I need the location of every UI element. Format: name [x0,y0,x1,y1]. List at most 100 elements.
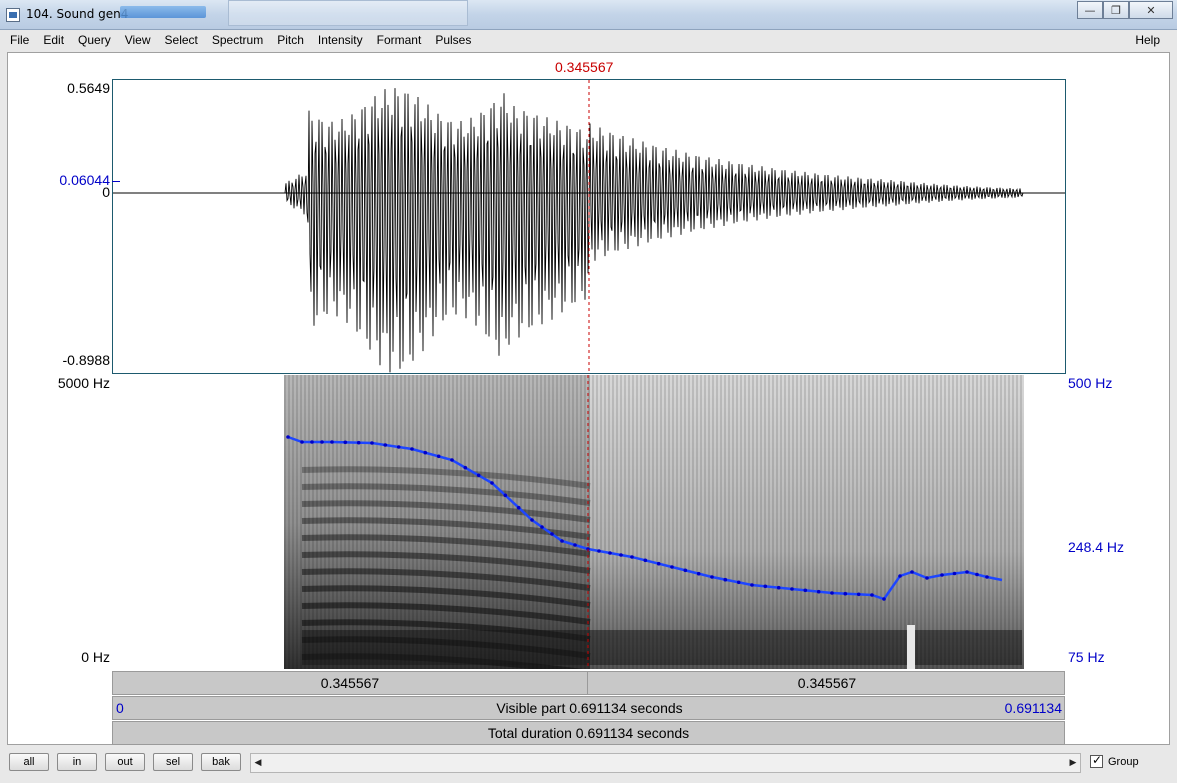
pitch-point [882,597,886,601]
spectrogram-plot [112,375,1066,669]
right-duration[interactable]: 0.345567 [589,672,1065,694]
pitch-point [776,585,781,590]
total-duration-bar[interactable]: Total duration 0.691134 seconds [112,721,1065,745]
visible-end: 0.691134 [1004,700,1062,716]
close-button[interactable]: ✕ [1129,1,1173,19]
pitch-point [619,553,623,557]
pitch-point [503,493,508,498]
app-icon [6,8,20,22]
pitch-point [803,588,808,593]
pitch-point [343,440,348,445]
pitch-point [396,445,401,449]
pitch-point [310,440,314,444]
pitch-point [560,539,564,543]
zoom-all-button[interactable]: all [9,753,49,771]
pitch-point [925,576,929,580]
menu-file[interactable]: File [3,33,36,47]
menu-bar: File Edit Query View Select Spectrum Pit… [0,30,1177,50]
menu-intensity[interactable]: Intensity [311,33,370,47]
pitch-point [723,577,728,582]
pitch-top-label: 500 Hz [1068,375,1113,391]
pitch-point [286,435,290,439]
spectrogram-top-label: 5000 Hz [57,375,110,391]
waveform-max-label: 0.5649 [67,80,110,96]
pitch-point [300,440,304,444]
pitch-point [436,454,441,459]
visible-start: 0 [116,700,124,716]
menu-select[interactable]: Select [158,33,205,47]
background-window-edge [228,0,468,26]
pitch-point [490,481,494,485]
restore-icon: ❐ [1111,3,1121,17]
pitch-point [710,575,714,579]
pitch-point [630,555,634,559]
scroll-right-icon[interactable]: ▶ [1066,754,1080,772]
waveform-zero-label: 0 [102,184,110,200]
maximize-button[interactable]: ❐ [1103,1,1129,19]
close-icon: ✕ [1146,3,1156,17]
pitch-point [450,458,454,462]
pitch-point [330,440,334,444]
group-checkbox[interactable] [1090,753,1103,768]
pitch-point [516,505,521,510]
group-toggle[interactable]: Group [1090,753,1139,768]
selection-duration-bar[interactable]: 0.345567 0.345567 [112,671,1065,695]
pitch-point [423,450,428,455]
pitch-point [597,549,601,553]
menu-query[interactable]: Query [71,33,118,47]
pitch-point [463,465,468,470]
minimize-icon: — [1084,3,1096,17]
group-label: Group [1108,755,1139,768]
pitch-point [476,473,481,478]
visible-part-bar[interactable]: Visible part 0.691134 seconds 0 0.691134 [112,696,1065,720]
cursor-time-label: 0.345567 [555,59,614,75]
pitch-point [736,580,741,585]
pitch-point [763,584,768,589]
pitch-bottom-label: 75 Hz [1068,649,1105,665]
pitch-point [370,441,374,445]
zoom-out-button[interactable]: out [105,753,145,771]
menu-formant[interactable]: Formant [370,33,429,47]
pitch-point [870,593,874,597]
pitch-point [816,589,821,594]
time-scrollbar[interactable]: ◀ ▶ [250,753,1081,773]
pitch-point [410,447,414,451]
menu-edit[interactable]: Edit [36,33,71,47]
pitch-point [856,592,861,597]
visible-part-text: Visible part 0.691134 seconds [496,700,683,716]
pitch-point [985,575,989,579]
pitch-point [656,561,661,566]
pitch-point [750,583,754,587]
pitch-point [320,440,324,444]
pitch-point [965,570,969,574]
menu-pulses[interactable]: Pulses [428,33,478,47]
left-duration[interactable]: 0.345567 [113,672,588,694]
menu-help[interactable]: Help [1128,33,1167,47]
navigation-bar: all in out sel bak ◀ ▶ Group [0,748,1177,783]
pitch-point [940,573,944,577]
pitch-point [643,558,648,563]
pitch-point [356,440,361,445]
spectrogram-bottom-label: 0 Hz [81,649,110,665]
waveform-min-label: -0.8988 [62,352,110,368]
menu-pitch[interactable]: Pitch [270,33,311,47]
waveform-plot [113,80,1065,373]
title-bar: 104. Sound gen4 — ❐ ✕ [0,0,1177,30]
pitch-point [573,543,577,547]
scroll-left-icon[interactable]: ◀ [251,754,265,772]
zoom-in-button[interactable]: in [57,753,97,771]
pitch-point [843,591,848,596]
window-controls: — ❐ ✕ [1077,1,1173,19]
pitch-point [683,568,688,573]
minimize-button[interactable]: — [1077,1,1103,19]
pitch-point [383,443,388,447]
zoom-back-button[interactable]: bak [201,753,241,771]
zoom-selection-button[interactable]: sel [153,753,193,771]
menu-spectrum[interactable]: Spectrum [205,33,270,47]
taskbar-glass-highlight [120,6,206,18]
pitch-point [670,565,674,569]
waveform-panel[interactable] [112,79,1066,374]
menu-view[interactable]: View [118,33,158,47]
pitch-point [550,532,554,536]
spectrogram-panel[interactable] [112,375,1066,669]
